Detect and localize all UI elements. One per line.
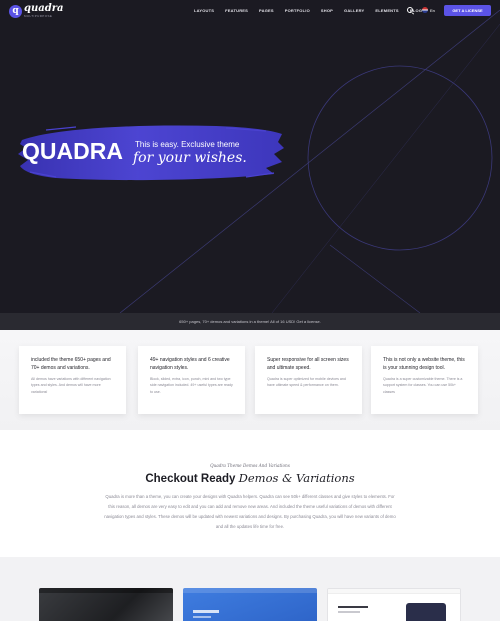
demo-thumbnail-navbar — [183, 588, 317, 593]
hero-tagline: This is easy. Exclusive theme — [135, 140, 240, 149]
section-headline: Checkout Ready Demos & Variations — [0, 471, 500, 485]
flag-icon — [422, 7, 428, 13]
feature-card: 49+ navigation styles and 6 creative nav… — [138, 346, 245, 414]
demo-thumbnail-navbar — [39, 588, 173, 593]
logo-mark-icon: q — [9, 4, 22, 18]
feature-card: This is not only a website theme, this i… — [371, 346, 478, 414]
hero-section: q quadra MULTIPURPOSE LAYOUTS FEATURES P… — [0, 0, 500, 313]
nav-item-features[interactable]: FEATURES — [225, 8, 248, 13]
demo-thumbnail-device-image — [406, 603, 446, 621]
promo-strip: 650+ pages, 70+ demos and variations in … — [0, 313, 500, 330]
feature-title: This is not only a website theme, this i… — [383, 357, 465, 371]
language-code: En — [430, 7, 435, 13]
hero-tagline-script: for your wishes. — [133, 150, 247, 166]
demo-thumbnails-section — [0, 557, 500, 621]
demo-thumbnail-subheading — [338, 611, 360, 613]
feature-body: All demos have variations with different… — [31, 377, 111, 394]
search-icon[interactable] — [407, 7, 413, 13]
feature-card: included the theme 650+ pages and 70+ de… — [19, 346, 126, 414]
demo-thumbnail-navbar — [328, 589, 460, 594]
section-body: Quadra is more than a theme, you can cre… — [104, 494, 396, 529]
promo-strip-text[interactable]: 650+ pages, 70+ demos and variations in … — [179, 319, 321, 324]
feature-card: Super responsive for all screen sizes an… — [255, 346, 362, 414]
nav-item-shop[interactable]: SHOP — [321, 8, 333, 13]
nav-item-portfolio[interactable]: PORTFOLIO — [285, 8, 310, 13]
nav-item-elements[interactable]: ELEMENTS — [375, 8, 398, 13]
main-menu: LAYOUTS FEATURES PAGES PORTFOLIO SHOP GA… — [194, 8, 433, 13]
demo-thumbnail[interactable] — [183, 588, 317, 621]
headline-italic: Demos & Variations — [238, 471, 355, 485]
demo-thumbnail-heading — [193, 610, 219, 613]
features-section: included the theme 650+ pages and 70+ de… — [0, 330, 500, 430]
feature-title: 49+ navigation styles and 6 creative nav… — [150, 357, 230, 371]
headline-bold: Checkout Ready — [145, 473, 236, 485]
checkout-demos-section: Quadra Theme Demos And Variations Checko… — [0, 430, 500, 557]
brand-tagline: MULTIPURPOSE — [24, 14, 53, 18]
demo-thumbnail[interactable] — [39, 588, 173, 621]
demo-thumbnail[interactable] — [327, 588, 461, 621]
brand-logo[interactable]: q quadra MULTIPURPOSE — [9, 4, 63, 18]
language-switcher[interactable]: En — [422, 7, 435, 13]
get-license-button[interactable]: GET A LICENSE — [444, 5, 491, 16]
feature-body: Block, slided, extra, icon, punch, mini … — [150, 377, 233, 394]
feature-title: included the theme 650+ pages and 70+ de… — [31, 357, 111, 371]
nav-item-gallery[interactable]: GALLERY — [344, 8, 364, 13]
nav-item-layouts[interactable]: LAYOUTS — [194, 8, 214, 13]
demo-thumbnail-heading — [338, 606, 368, 608]
section-eyebrow: Quadra Theme Demos And Variations — [210, 463, 290, 468]
feature-title: Super responsive for all screen sizes an… — [267, 357, 349, 371]
hero-title: QUADRA — [22, 138, 123, 164]
nav-item-pages[interactable]: PAGES — [259, 8, 274, 13]
demo-thumbnail-subheading — [193, 616, 211, 618]
feature-body: Quadra is super optimized for mobile dev… — [267, 377, 346, 388]
feature-body: Quadra is a super customizable theme. Th… — [383, 377, 463, 394]
top-navigation: q quadra MULTIPURPOSE LAYOUTS FEATURES P… — [0, 0, 500, 22]
brand-name: quadra — [24, 3, 64, 14]
